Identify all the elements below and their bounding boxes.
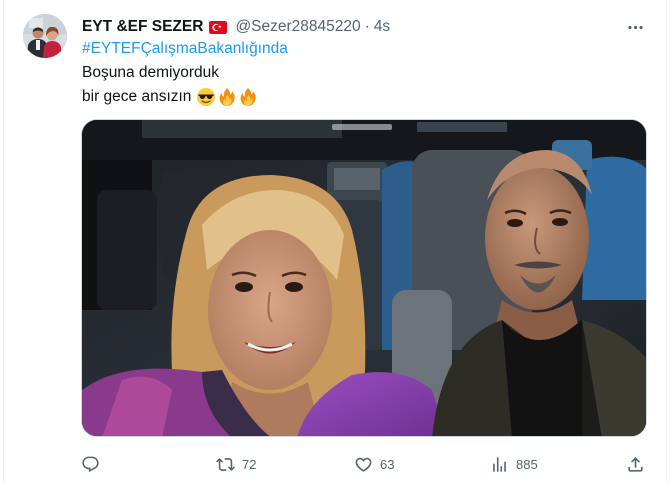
timestamp[interactable]: 4s (374, 18, 390, 36)
tweet-actions: 72 63 885 (81, 452, 647, 476)
retweet-icon (216, 457, 235, 471)
more-options-icon[interactable] (624, 16, 646, 38)
view-count: 885 (516, 456, 538, 472)
views-button[interactable]: 885 (490, 452, 538, 476)
like-count: 63 (380, 456, 395, 472)
fire-emoji-icon (219, 88, 236, 106)
fire-emoji-icon (240, 88, 257, 106)
retweet-button[interactable]: 72 (216, 452, 256, 476)
display-name[interactable]: EYT &EF SEZER (82, 18, 203, 36)
share-button[interactable] (626, 452, 645, 476)
hashtag-link[interactable]: #EYTEFÇalışmaBakanlığında (82, 40, 288, 58)
heart-icon (355, 457, 372, 472)
retweet-count: 72 (242, 456, 257, 472)
reply-icon (82, 456, 99, 472)
tweet-card[interactable]: EYT &EF SEZER @Sezer28845220 · 4s #EYTEF… (0, 0, 670, 484)
tweet-text-line-2: bir gece ansızın (82, 87, 258, 107)
sunglasses-emoji-icon (197, 88, 216, 106)
share-icon (628, 456, 643, 472)
tweet-header: EYT &EF SEZER @Sezer28845220 · 4s (82, 16, 390, 38)
avatar-image (23, 14, 67, 58)
like-button[interactable]: 63 (354, 452, 394, 476)
turkey-flag-icon (209, 20, 228, 34)
user-handle[interactable]: @Sezer28845220 (235, 18, 360, 36)
tweet-photo[interactable] (81, 119, 647, 437)
avatar[interactable] (23, 14, 67, 58)
tweet-text-line-2-text: bir gece ansızın (82, 88, 192, 105)
views-chart-icon (493, 456, 506, 472)
separator-dot: · (364, 18, 370, 35)
emoji-group (196, 87, 258, 107)
selfie-photo (82, 120, 646, 436)
reply-button[interactable] (81, 452, 107, 476)
tweet-text-line-1: Boşuna demiyorduk (82, 64, 219, 81)
